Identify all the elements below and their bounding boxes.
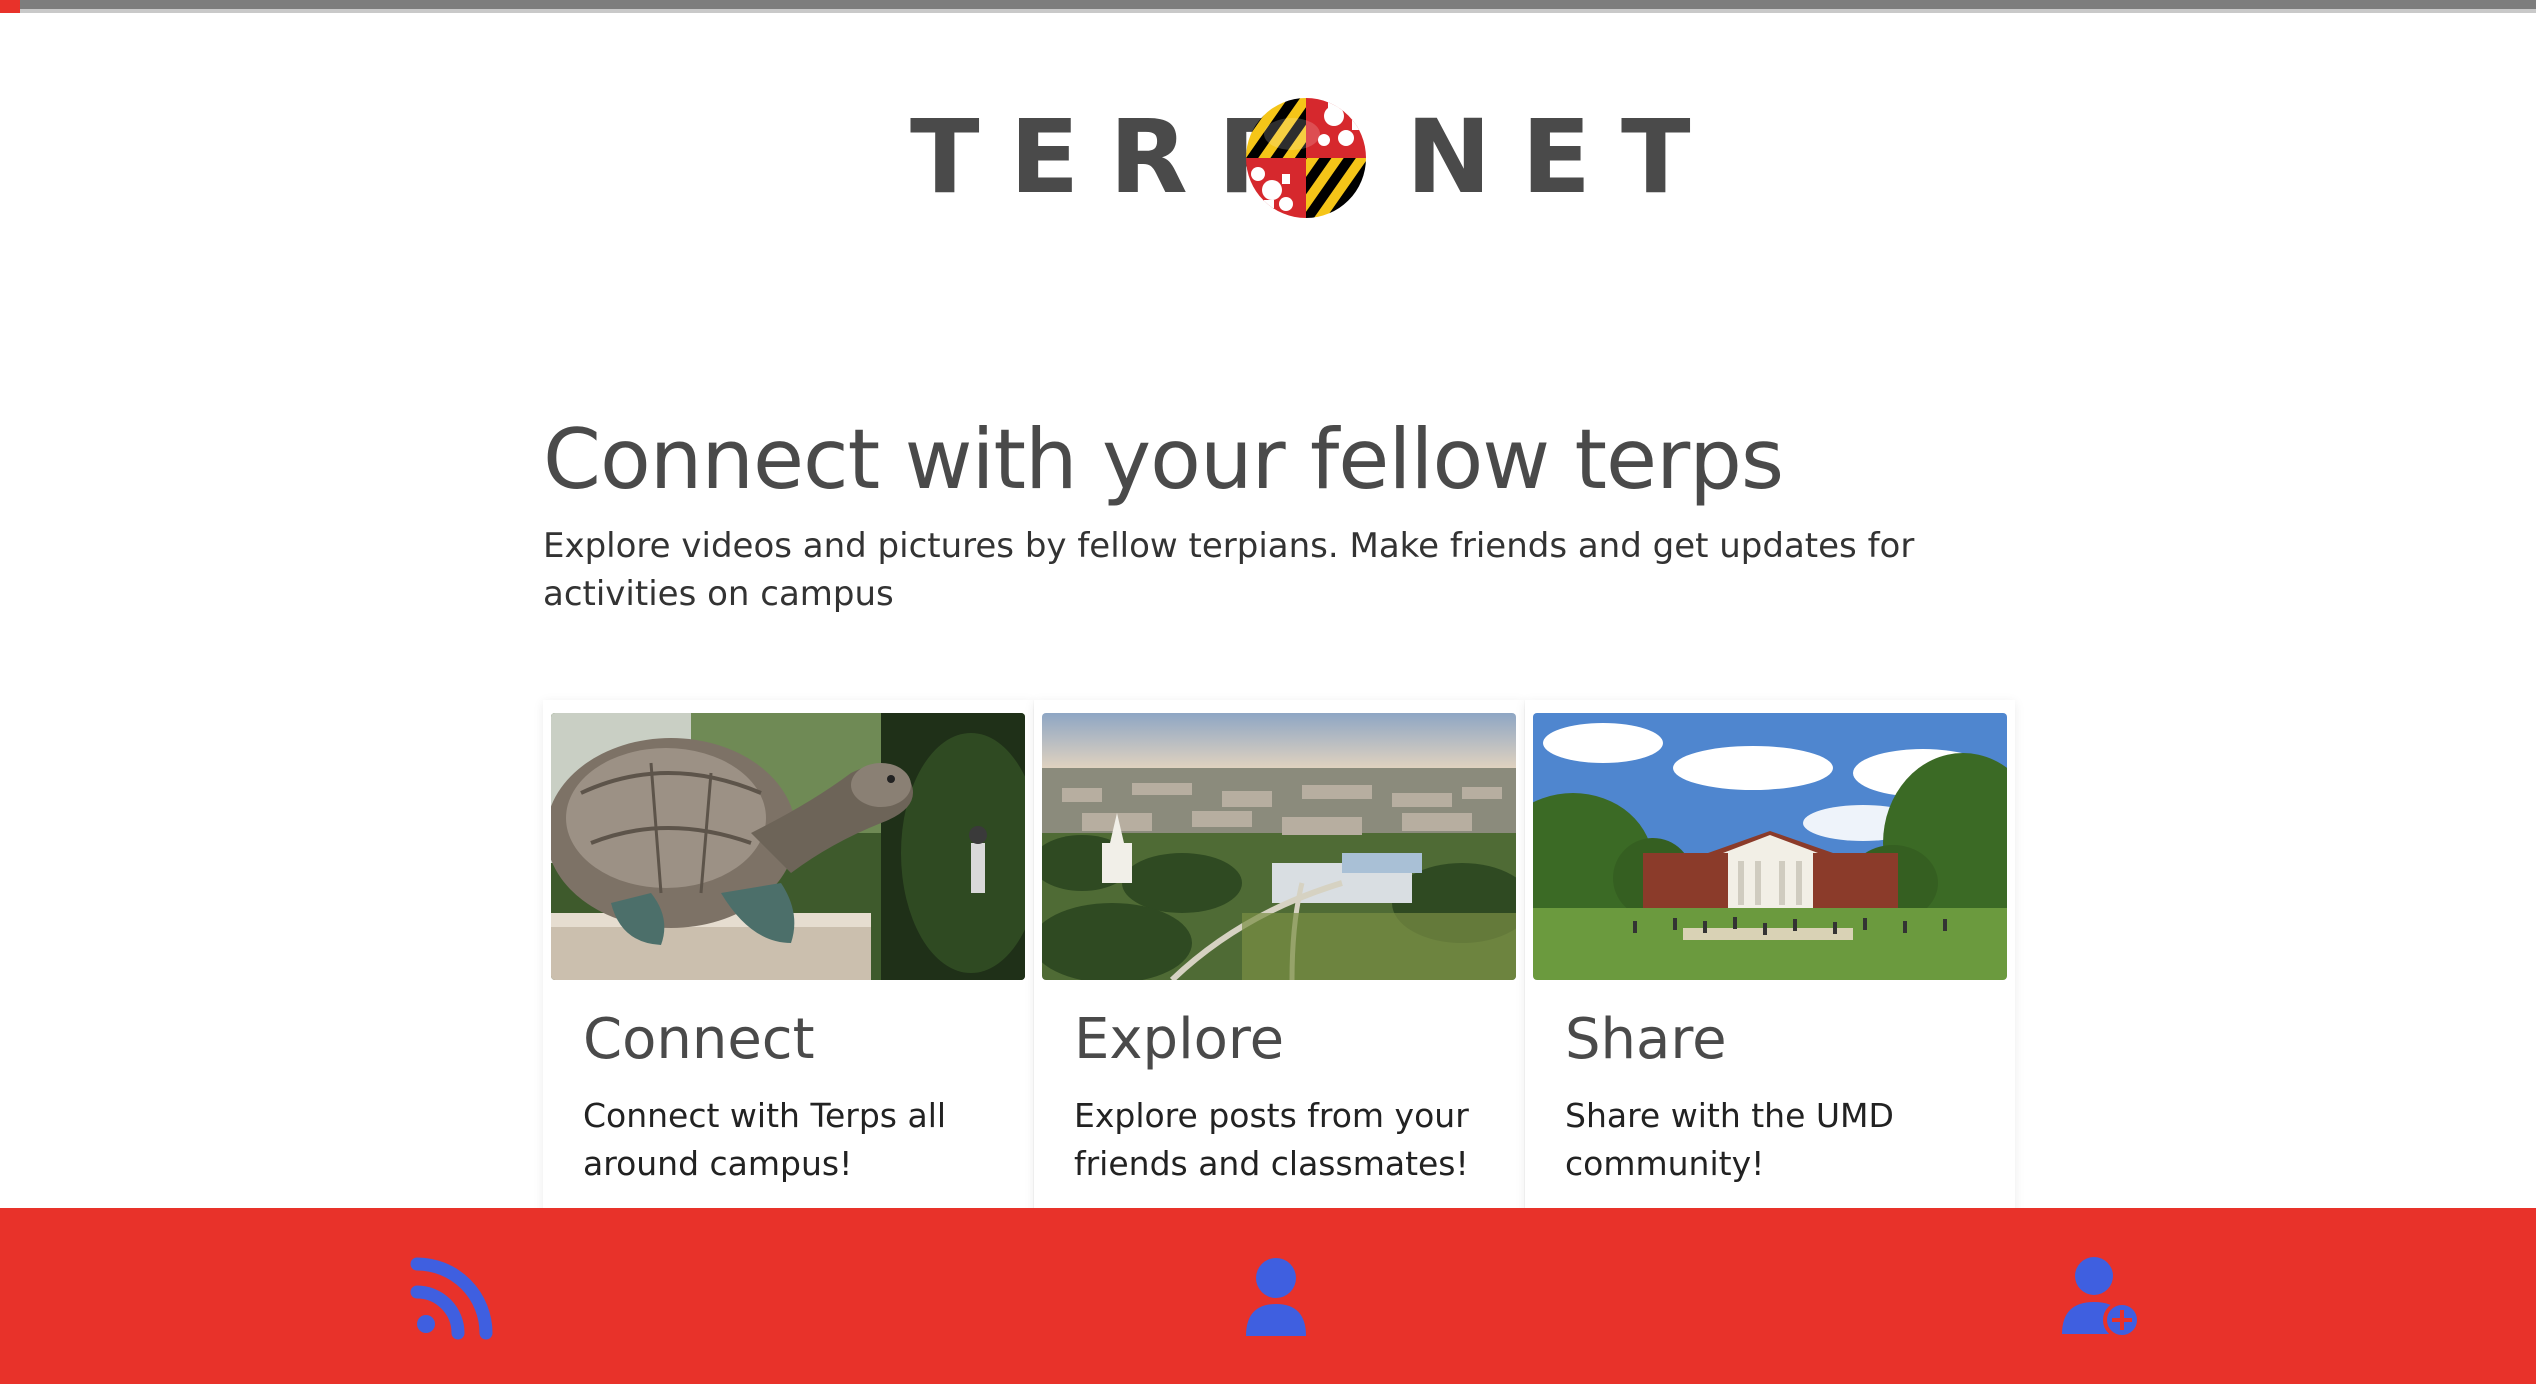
add-user-icon xyxy=(2062,1257,2141,1339)
hero-subtitle: Explore videos and pictures by fellow te… xyxy=(543,526,1915,614)
logo-text-right: NET xyxy=(1406,98,1721,217)
card-title: Connect xyxy=(583,1007,815,1072)
card-text: Connect with Terps all around campus! xyxy=(583,1096,947,1183)
mckeldin-mall-photo xyxy=(1533,713,2007,980)
profile-nav-button[interactable] xyxy=(1226,1246,1326,1346)
maryland-flag-globe-icon xyxy=(1246,98,1366,218)
feature-cards: Connect Connect with Terps all around ca… xyxy=(543,700,2015,1220)
terpnet-logo[interactable]: TERP NET xyxy=(910,88,1691,228)
feed-nav-button[interactable] xyxy=(404,1246,504,1346)
card-text: Explore posts from your friends and clas… xyxy=(1074,1096,1469,1183)
rss-feed-icon xyxy=(410,1257,493,1340)
card-text: Share with the UMD community! xyxy=(1565,1096,1894,1183)
card-connect[interactable]: Connect Connect with Terps all around ca… xyxy=(543,700,1033,1220)
card-title: Explore xyxy=(1074,1007,1285,1072)
card-share[interactable]: Share Share with the UMD community! xyxy=(1525,700,2015,1220)
add-friend-nav-button[interactable] xyxy=(2050,1246,2150,1346)
progress-fill xyxy=(0,0,20,13)
card-explore[interactable]: Explore Explore posts from your friends … xyxy=(1034,700,1524,1220)
card-title: Share xyxy=(1565,1007,1727,1072)
hero-title: Connect with your fellow terps xyxy=(543,411,1784,508)
user-icon xyxy=(1246,1258,1306,1336)
progress-track xyxy=(0,0,2536,13)
bottom-navigation-bar xyxy=(0,1208,2536,1384)
page-load-progress-bar xyxy=(0,0,2536,13)
testudo-turtle-statue-photo xyxy=(551,713,1025,980)
campus-aerial-photo xyxy=(1042,713,1516,980)
